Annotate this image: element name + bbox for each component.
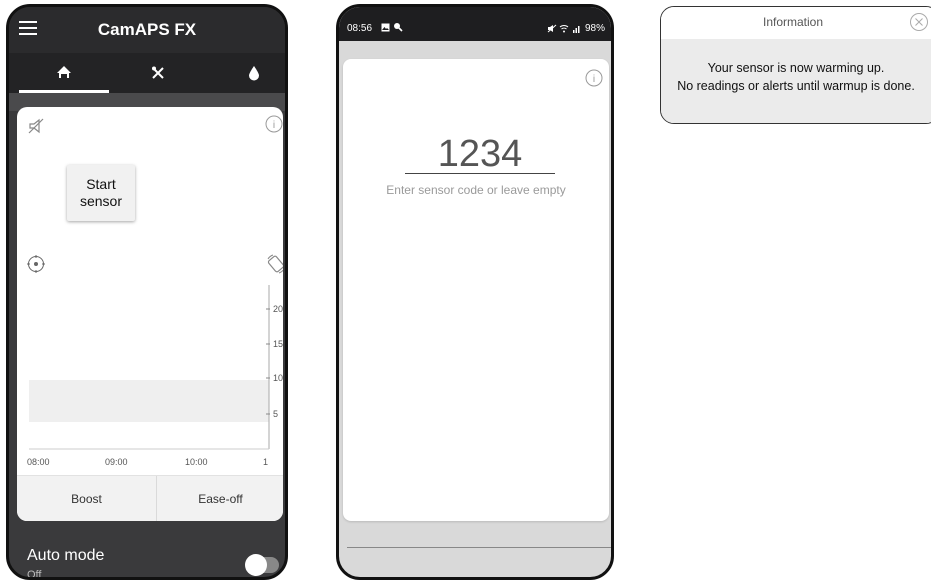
- dialog-message-line-2: No readings or alerts until warmup is do…: [677, 79, 915, 93]
- drop-icon: [249, 66, 259, 81]
- glucose-chart: 20 15 10 5 08:00 09:00 10:00 1: [27, 285, 283, 467]
- sensor-code-underline: [405, 173, 555, 174]
- status-bar: 08:56 98%: [339, 7, 611, 41]
- dialog-title: Information: [762, 15, 824, 29]
- wifi-icon: [560, 24, 569, 33]
- app-header: CamAPS FX: [9, 7, 285, 53]
- start-sensor-label-1: Start: [86, 176, 116, 192]
- x-tick-0900: 09:00: [105, 457, 128, 467]
- y-tick-20: 20: [273, 304, 283, 314]
- information-dialog: Information Your sensor is now warming u…: [660, 6, 931, 124]
- tab-bar: [9, 53, 285, 93]
- gallery-icon: [381, 23, 390, 32]
- info-icon[interactable]: i: [585, 69, 603, 92]
- search-icon: [394, 23, 403, 32]
- boost-button[interactable]: Boost: [17, 476, 157, 521]
- status-time: 08:56: [347, 23, 373, 34]
- x-tick-0800: 08:00: [27, 457, 50, 467]
- close-icon[interactable]: [909, 12, 929, 37]
- x-tick-1100: 1: [263, 457, 268, 467]
- home-icon: [57, 65, 71, 78]
- signal-icon: [573, 25, 580, 33]
- auto-mode-status: Off: [27, 569, 42, 580]
- target-range-band: [29, 380, 269, 422]
- auto-mode-toggle[interactable]: [245, 554, 279, 576]
- target-icon[interactable]: [27, 255, 45, 278]
- ease-off-button[interactable]: Ease-off: [158, 476, 283, 521]
- status-icons: 98%: [547, 23, 605, 34]
- y-tick-10: 10: [273, 373, 283, 383]
- toggle-knob: [245, 554, 267, 576]
- app-title: CamAPS FX: [97, 20, 197, 39]
- start-sensor-button[interactable]: Start sensor: [67, 165, 135, 221]
- tab-home[interactable]: [19, 53, 109, 93]
- sensor-code-input[interactable]: 1234: [405, 133, 555, 176]
- mute-status-icon: [547, 24, 556, 33]
- y-tick-15: 15: [273, 339, 283, 349]
- svg-text:i: i: [593, 74, 595, 85]
- sensor-code-hint: Enter sensor code or leave empty: [386, 183, 566, 197]
- tab-insulin[interactable]: [209, 53, 285, 93]
- auto-mode-label: Auto mode: [27, 547, 105, 564]
- battery-level: 98%: [584, 23, 605, 34]
- mute-icon[interactable]: [27, 117, 45, 140]
- sensor-code-card: i 1234 Enter sensor code or leave empty: [343, 59, 609, 521]
- phone-sensor-code-screen: 08:56 98% i 1234 Enter sensor code or le…: [336, 4, 614, 580]
- home-card: i Start sensor 20 15 10 5 08:00 09:00 10…: [17, 107, 283, 521]
- rotate-icon[interactable]: [265, 253, 283, 280]
- info-icon[interactable]: i: [265, 115, 283, 138]
- divider: [347, 547, 611, 548]
- start-sensor-label-2: sensor: [79, 193, 123, 209]
- dialog-body: Your sensor is now warming up. No readin…: [661, 39, 931, 123]
- boost-ease-row: Boost Ease-off: [17, 475, 283, 521]
- y-tick-5: 5: [273, 409, 278, 419]
- x-tick-1000: 10:00: [185, 457, 208, 467]
- svg-text:i: i: [273, 120, 275, 131]
- dialog-header: Information: [661, 7, 931, 39]
- tab-meal[interactable]: [113, 53, 203, 93]
- meal-icon: [152, 66, 164, 79]
- phone-main-screen: CamAPS FX i Start sensor 20 15 10 5 08:0…: [6, 4, 288, 580]
- dialog-message-line-1: Your sensor is now warming up.: [707, 61, 885, 75]
